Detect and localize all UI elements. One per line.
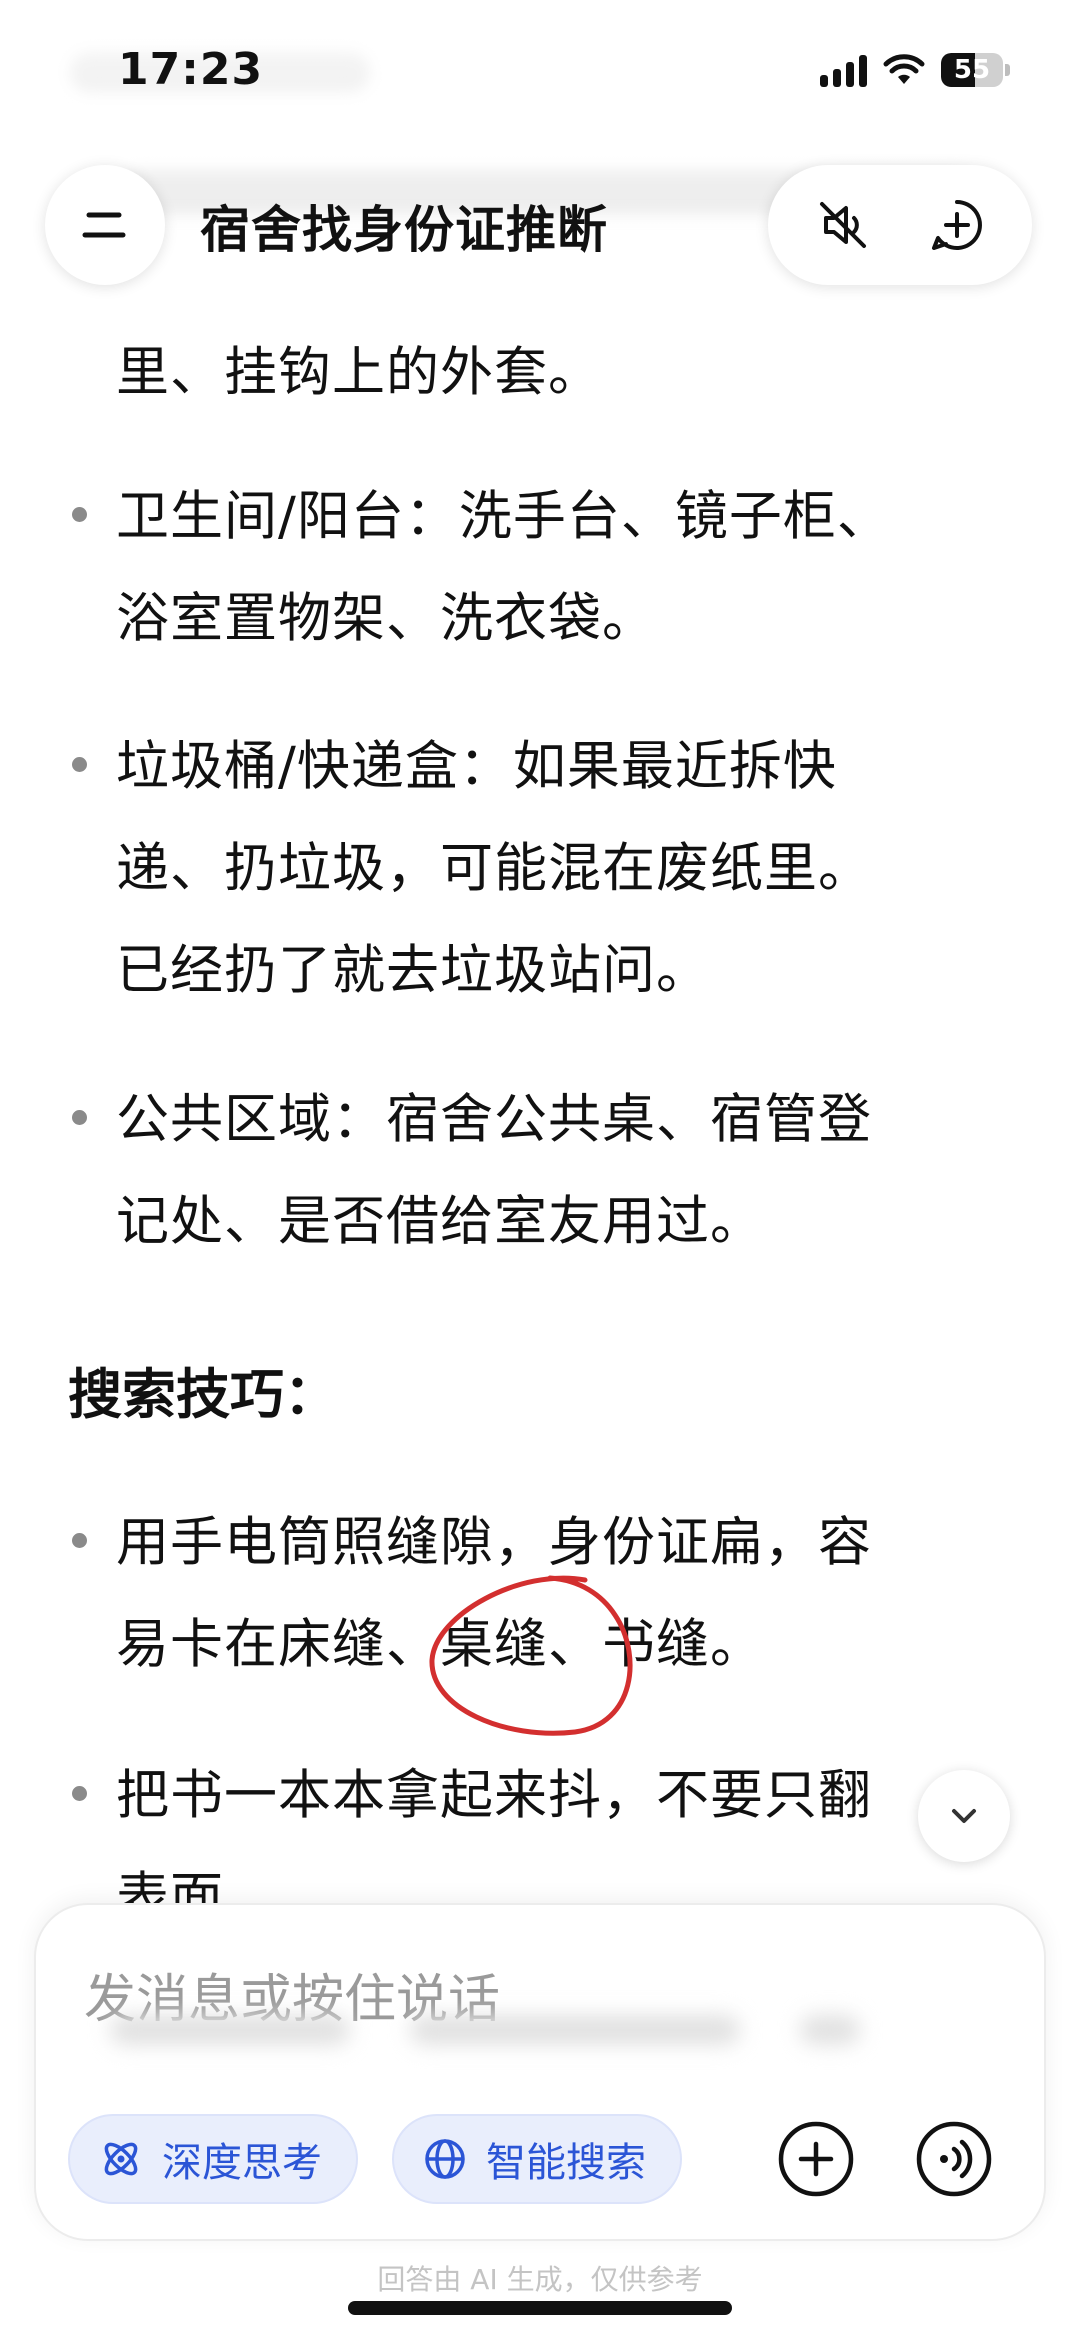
- list-bullet: [72, 1786, 87, 1801]
- blurred-background-text: [110, 2015, 960, 2075]
- hamburger-menu-icon: [82, 212, 126, 238]
- article-line: 已经扔了就去垃圾站问。: [116, 940, 710, 1001]
- menu-button[interactable]: [45, 165, 165, 285]
- battery-icon: 55: [941, 53, 1010, 87]
- speaker-muted-icon: [820, 202, 866, 248]
- wifi-icon: [883, 54, 925, 84]
- new-chat-plus-icon: [932, 200, 982, 250]
- status-time: 17:23: [118, 44, 264, 95]
- cellular-signal-icon: [820, 53, 867, 87]
- voice-call-button[interactable]: [908, 2113, 1000, 2205]
- plus-circle-icon: [778, 2121, 854, 2197]
- smart-search-chip[interactable]: 智能搜索: [392, 2114, 682, 2204]
- home-indicator[interactable]: [348, 2301, 732, 2315]
- article-line: 递、扔垃圾，可能混在废纸里。: [116, 838, 872, 899]
- article-line: 里、挂钩上的外套。: [116, 342, 602, 403]
- list-bullet: [72, 1110, 87, 1125]
- deep-think-label: 深度思考: [162, 2140, 322, 2186]
- article-line: 公共区域：宿舍公共桌、宿管登: [116, 1089, 872, 1150]
- article-line: 卫生间/阳台：洗手台、镜子柜、: [116, 486, 891, 547]
- header-actions: [768, 165, 1032, 285]
- voice-call-icon: [916, 2121, 992, 2197]
- article-line: 把书一本本拿起来抖，不要只翻: [116, 1765, 872, 1826]
- deep-think-chip[interactable]: 深度思考: [68, 2114, 358, 2204]
- ai-disclaimer: 回答由 AI 生成，仅供参考: [377, 2263, 703, 2296]
- new-chat-button[interactable]: [917, 185, 997, 265]
- list-bullet: [72, 1533, 87, 1548]
- list-bullet: [72, 507, 87, 522]
- globe-icon: [425, 2139, 465, 2179]
- section-heading: 搜索技巧：: [68, 1363, 338, 1426]
- mute-button[interactable]: [803, 185, 883, 265]
- article-line: 浴室置物架、洗衣袋。: [116, 588, 656, 649]
- page-title: 宿舍找身份证推断: [200, 201, 608, 259]
- battery-percent: 55: [953, 55, 991, 85]
- add-attachment-button[interactable]: [770, 2113, 862, 2205]
- article-line: 垃圾桶/快递盒：如果最近拆快: [116, 736, 837, 797]
- chevron-down-icon: [952, 1809, 976, 1823]
- atom-icon: [104, 2142, 138, 2176]
- scroll-to-bottom-button[interactable]: [918, 1770, 1010, 1862]
- red-circle-annotation: [429, 1575, 633, 1736]
- status-icons: 55: [820, 50, 1010, 90]
- list-bullet: [72, 757, 87, 772]
- article-line: 记处、是否借给室友用过。: [116, 1191, 764, 1252]
- smart-search-label: 智能搜索: [486, 2140, 646, 2186]
